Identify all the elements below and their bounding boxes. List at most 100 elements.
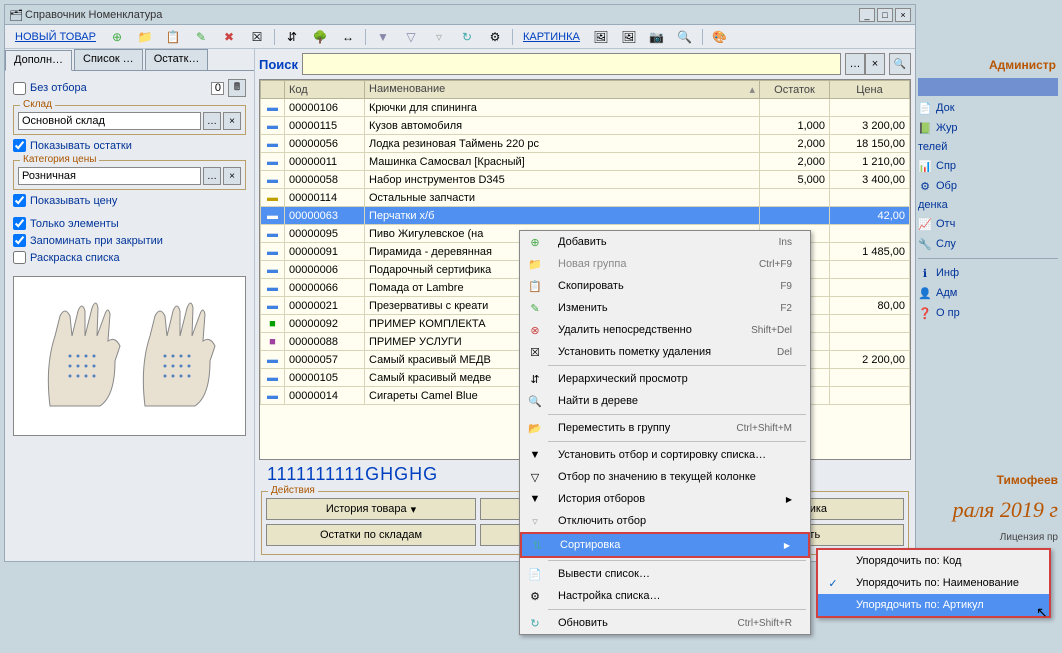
ctx-add[interactable]: ⊕ДобавитьIns	[520, 231, 810, 253]
ctx-mark-delete[interactable]: ☒Установить пометку удаленияDel	[520, 341, 810, 363]
ctx-sort[interactable]: ⇅Сортировка▶	[522, 534, 808, 556]
bg-link-jur[interactable]: 📗Жур	[918, 118, 1058, 138]
only-elements-checkbox[interactable]	[13, 217, 26, 230]
ctx-disable-filter[interactable]: ▿Отключить отбор	[520, 510, 810, 532]
sort-by-name[interactable]: ✓Упорядочить по: Наименование	[818, 572, 1049, 594]
tb-filter3-icon[interactable]: ▿	[426, 27, 452, 47]
tb-settings-icon[interactable]: ⚙	[482, 27, 508, 47]
tb-hier2-icon[interactable]: 🌳	[307, 27, 333, 47]
table-row[interactable]: ▬ 00000011 Машинка Самосвал [Красный] 2,…	[261, 153, 910, 171]
table-row[interactable]: ▬ 00000056 Лодка резиновая Таймень 220 р…	[261, 135, 910, 153]
search-input[interactable]	[302, 53, 841, 75]
tb-copy-icon[interactable]: 📋	[160, 27, 186, 47]
refresh-icon: ↻	[524, 613, 546, 633]
tb-edit-icon[interactable]: ✎	[188, 27, 214, 47]
minimize-button[interactable]: _	[859, 8, 875, 22]
col-icon[interactable]	[261, 81, 285, 99]
ctx-filter-history[interactable]: ▼История отборов▶	[520, 488, 810, 510]
search-select-button[interactable]: …	[845, 53, 865, 75]
sort-by-code[interactable]: Упорядочить по: Код	[818, 550, 1049, 572]
row-marker-icon: ■	[261, 315, 285, 333]
ctx-output[interactable]: 📄Вывести список…	[520, 563, 810, 585]
row-marker-icon: ▬	[261, 153, 285, 171]
ctx-move-group[interactable]: 📂Переместить в группуCtrl+Shift+M	[520, 417, 810, 439]
ctx-filter-by-value[interactable]: ▽Отбор по значению в текущей колонке	[520, 466, 810, 488]
tb-move-icon[interactable]: ↔	[335, 27, 361, 47]
table-row[interactable]: ▬ 00000115 Кузов автомобиля 1,000 3 200,…	[261, 117, 910, 135]
col-code[interactable]: Код	[285, 81, 365, 99]
ctx-edit[interactable]: ✎ИзменитьF2	[520, 297, 810, 319]
table-row[interactable]: ▬ 00000114 Остальные запчасти	[261, 189, 910, 207]
col-stock[interactable]: Остаток	[760, 81, 830, 99]
warehouse-field[interactable]	[18, 112, 201, 130]
ctx-delete[interactable]: ⊗Удалить непосредственноShift+Del	[520, 319, 810, 341]
price-cat-select-button[interactable]: …	[203, 167, 221, 185]
copy-icon: 📋	[524, 276, 546, 296]
show-price-checkbox[interactable]	[13, 194, 26, 207]
ctx-copy[interactable]: 📋СкопироватьF9	[520, 275, 810, 297]
tb-refresh-icon[interactable]: ↻	[454, 27, 480, 47]
tb-pic3-icon[interactable]: 📷	[644, 27, 670, 47]
bg-link-inf[interactable]: ℹИнф	[918, 263, 1058, 283]
history-button[interactable]: История товара ▾	[266, 498, 476, 520]
maximize-button[interactable]: □	[877, 8, 893, 22]
price-cat-clear-button[interactable]: ×	[223, 167, 241, 185]
tb-mark-icon[interactable]: ☒	[244, 27, 270, 47]
tb-add-folder-icon[interactable]: 📁	[132, 27, 158, 47]
new-item-button[interactable]: НОВЫЙ ТОВАР	[9, 31, 102, 43]
tb-hier1-icon[interactable]: ⇵	[279, 27, 305, 47]
no-filter-checkbox[interactable]	[13, 82, 26, 95]
tb-zoom-icon[interactable]: 🔍	[672, 27, 698, 47]
search-go-button[interactable]: 🔍	[889, 53, 911, 75]
ctx-refresh[interactable]: ↻ОбновитьCtrl+Shift+R	[520, 612, 810, 634]
stock-by-warehouse-button[interactable]: Остатки по складам	[266, 524, 476, 546]
qty-calc-button[interactable]: 🖩	[228, 79, 246, 97]
tab-stock[interactable]: Остатк…	[145, 49, 209, 70]
table-row[interactable]: ▬ 00000106 Крючки для спининга	[261, 99, 910, 117]
bg-link-doc[interactable]: 📄Док	[918, 98, 1058, 118]
ctx-set-filter[interactable]: ▼Установить отбор и сортировку списка…	[520, 444, 810, 466]
ctx-hierarchy[interactable]: ⇵Иерархический просмотр	[520, 368, 810, 390]
tb-filter1-icon[interactable]: ▼	[370, 27, 396, 47]
close-button[interactable]: ×	[895, 8, 911, 22]
warehouse-select-button[interactable]: …	[203, 112, 221, 130]
table-row[interactable]: ▬ 00000063 Перчатки х/б 42,00	[261, 207, 910, 225]
ctx-find-tree[interactable]: 🔍Найти в дереве	[520, 390, 810, 412]
ctx-new-group[interactable]: 📁Новая группаCtrl+F9	[520, 253, 810, 275]
show-stock-checkbox[interactable]	[13, 139, 26, 152]
bg-link-otch[interactable]: 📈Отч	[918, 214, 1058, 234]
bg-link-adm[interactable]: 👤Адм	[918, 283, 1058, 303]
hierarchy-icon: ⇵	[524, 369, 546, 389]
output-icon: 📄	[524, 564, 546, 584]
bg-link-obr[interactable]: ⚙Обр	[918, 176, 1058, 196]
qty-field[interactable]	[211, 82, 224, 95]
colorize-checkbox[interactable]	[13, 251, 26, 264]
row-marker-icon: ▬	[261, 225, 285, 243]
table-row[interactable]: ▬ 00000058 Набор инструментов D345 5,000…	[261, 171, 910, 189]
bg-link-spr[interactable]: 📊Спр	[918, 156, 1058, 176]
tb-color-icon[interactable]: 🎨	[707, 27, 733, 47]
bg-link-slu[interactable]: 🔧Слу	[918, 234, 1058, 254]
tb-delete-icon[interactable]: ✖	[216, 27, 242, 47]
cell-code: 00000114	[285, 189, 365, 207]
context-menu: ⊕ДобавитьIns 📁Новая группаCtrl+F9 📋Скопи…	[519, 230, 811, 635]
tb-add-icon[interactable]: ⊕	[104, 27, 130, 47]
picture-button[interactable]: КАРТИНКА	[517, 31, 586, 43]
search-clear-button[interactable]: ×	[865, 53, 885, 75]
price-category-field[interactable]	[18, 167, 201, 185]
col-price[interactable]: Цена	[830, 81, 910, 99]
remember-checkbox[interactable]	[13, 234, 26, 247]
tab-additional[interactable]: Дополн…	[5, 50, 72, 71]
bg-link-opr[interactable]: ❓О пр	[918, 303, 1058, 323]
tb-pic2-icon[interactable]: 🖼	[616, 27, 642, 47]
tb-filter2-icon[interactable]: ▽	[398, 27, 424, 47]
sort-by-articul[interactable]: Упорядочить по: Артикул	[818, 594, 1049, 616]
tab-list[interactable]: Список …	[74, 49, 143, 70]
warehouse-clear-button[interactable]: ×	[223, 112, 241, 130]
tb-pic1-icon[interactable]: 🖼	[588, 27, 614, 47]
ctx-list-settings[interactable]: ⚙Настройка списка…	[520, 585, 810, 607]
row-marker-icon: ▬	[261, 369, 285, 387]
image-preview	[13, 276, 246, 436]
funnel-history-icon: ▼	[524, 489, 546, 509]
col-name[interactable]: Наименование▴	[365, 81, 760, 99]
